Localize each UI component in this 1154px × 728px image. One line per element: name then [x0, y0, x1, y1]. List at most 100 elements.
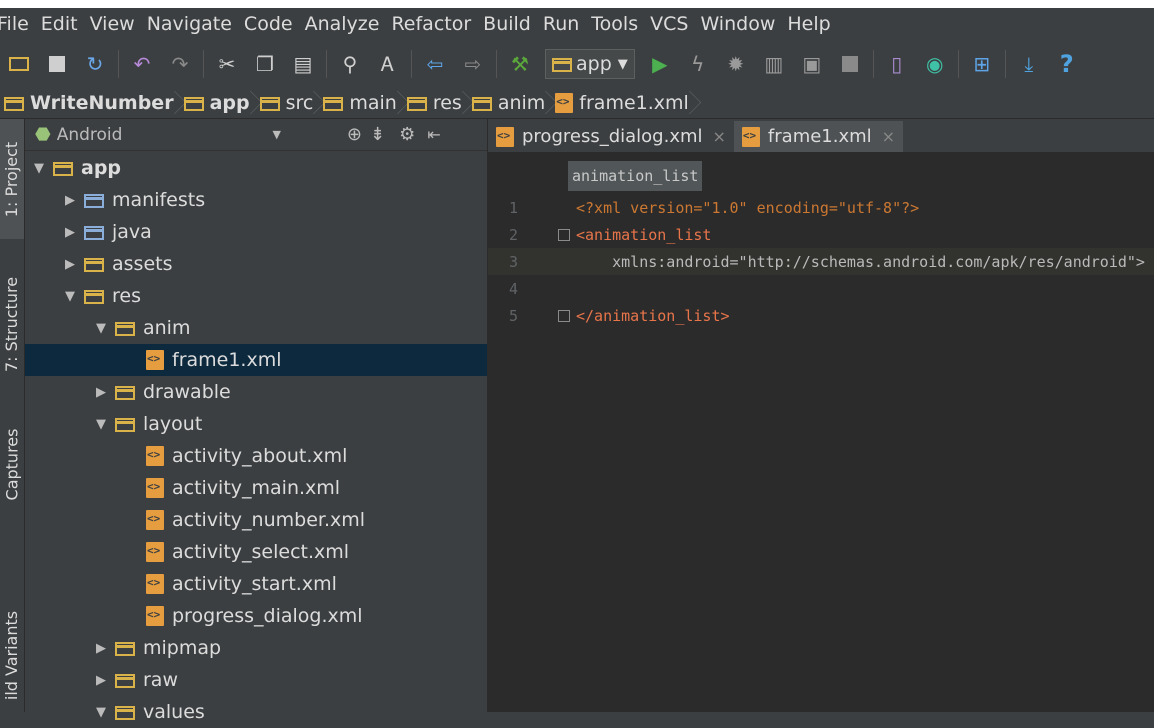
- chevron-down-icon[interactable]: ▼: [272, 128, 280, 141]
- code-line[interactable]: 1 <?xml version="1.0" encoding="utf-8"?>: [488, 194, 1154, 221]
- tree-node-mipmap[interactable]: ▶ mipmap: [25, 632, 487, 664]
- tree-node-values[interactable]: ▼ values: [25, 696, 487, 728]
- menu-navigate[interactable]: Navigate: [141, 8, 238, 40]
- chevron-right-icon[interactable]: ▶: [93, 641, 109, 656]
- tree-node-label: activity_start.xml: [172, 573, 337, 595]
- tab-structure[interactable]: 7: Structure: [0, 259, 24, 389]
- code-line[interactable]: 4: [488, 275, 1154, 302]
- replace-icon[interactable]: Ꭺ: [373, 49, 403, 79]
- back-icon[interactable]: ⇦: [420, 49, 450, 79]
- tab-build-variants[interactable]: ild Variants: [0, 599, 24, 712]
- tree-node-manifests[interactable]: ▶ manifests: [25, 184, 487, 216]
- run-icon[interactable]: ▶: [645, 49, 675, 79]
- paste-icon[interactable]: ▤: [288, 49, 318, 79]
- settings-gear-icon[interactable]: ⚙: [399, 124, 415, 145]
- redo-icon[interactable]: ↷: [165, 49, 195, 79]
- menu-run[interactable]: Run: [537, 8, 585, 40]
- stop-icon[interactable]: [835, 49, 865, 79]
- menu-edit[interactable]: Edit: [35, 8, 84, 40]
- scroll-from-source-icon[interactable]: ⊕: [347, 124, 362, 145]
- attach-debugger-icon[interactable]: ▣: [797, 49, 827, 79]
- code-breadcrumb[interactable]: animation_list: [568, 161, 703, 191]
- copy-icon[interactable]: ❐: [250, 49, 280, 79]
- build-hammer-icon[interactable]: ⚒: [505, 49, 535, 79]
- breadcrumb-item[interactable]: res: [403, 88, 468, 118]
- chevron-down-icon[interactable]: ▼: [62, 289, 78, 304]
- code-line[interactable]: 3 xmlns:android="http://schemas.android.…: [488, 248, 1154, 275]
- chevron-down-icon[interactable]: ▼: [31, 161, 47, 176]
- breadcrumb-item[interactable]: anim: [468, 88, 551, 118]
- hide-panel-icon[interactable]: ⇤: [427, 125, 440, 144]
- editor-tab[interactable]: progress_dialog.xml ×: [488, 121, 734, 152]
- menu-analyze[interactable]: Analyze: [299, 8, 386, 40]
- tab-captures[interactable]: Captures: [0, 409, 24, 519]
- tree-node-assets[interactable]: ▶ assets: [25, 248, 487, 280]
- sdk-manager-icon[interactable]: ◉: [920, 49, 950, 79]
- fold-marker-icon[interactable]: [558, 229, 570, 241]
- save-icon[interactable]: [42, 49, 72, 79]
- tree-node-activity-about-xml[interactable]: activity_about.xml: [25, 440, 487, 472]
- tree-node-progress-dialog-xml[interactable]: progress_dialog.xml: [25, 600, 487, 632]
- help-icon[interactable]: ?: [1052, 49, 1082, 79]
- chevron-right-icon[interactable]: ▶: [93, 673, 109, 688]
- collapse-all-icon[interactable]: ⇟: [370, 124, 385, 145]
- breadcrumb-item[interactable]: app: [180, 88, 256, 118]
- tree-node-activity-start-xml[interactable]: activity_start.xml: [25, 568, 487, 600]
- debug-icon[interactable]: ✹: [721, 49, 751, 79]
- avd-manager-icon[interactable]: ▯: [882, 49, 912, 79]
- undo-icon[interactable]: ↶: [127, 49, 157, 79]
- tree-node-activity-main-xml[interactable]: activity_main.xml: [25, 472, 487, 504]
- open-folder-icon[interactable]: [4, 49, 34, 79]
- menu-code[interactable]: Code: [238, 8, 299, 40]
- chevron-right-icon[interactable]: ▶: [93, 385, 109, 400]
- forward-icon[interactable]: ⇨: [458, 49, 488, 79]
- sync-icon[interactable]: ↻: [80, 49, 110, 79]
- menu-vcs[interactable]: VCS: [644, 8, 694, 40]
- tree-node-frame1-xml[interactable]: frame1.xml: [25, 344, 487, 376]
- project-view-selector[interactable]: Android: [57, 125, 123, 145]
- menu-tools[interactable]: Tools: [585, 8, 644, 40]
- find-icon[interactable]: ⚲: [335, 49, 365, 79]
- code-line[interactable]: 5 </animation_list>: [488, 302, 1154, 329]
- chevron-down-icon[interactable]: ▼: [93, 705, 109, 720]
- tree-node-activity-number-xml[interactable]: activity_number.xml: [25, 504, 487, 536]
- tab-project[interactable]: 1: Project: [0, 119, 24, 239]
- xml-file-icon: [146, 574, 164, 594]
- tree-node-layout[interactable]: ▼ layout: [25, 408, 487, 440]
- breadcrumb-item[interactable]: src: [256, 88, 320, 118]
- menu-build[interactable]: Build: [477, 8, 537, 40]
- close-icon[interactable]: ×: [713, 127, 726, 146]
- menu-window[interactable]: Window: [694, 8, 781, 40]
- apply-changes-icon[interactable]: ϟ: [683, 49, 713, 79]
- breadcrumb-item[interactable]: main: [319, 88, 402, 118]
- menu-refactor[interactable]: Refactor: [385, 8, 477, 40]
- chevron-down-icon[interactable]: ▼: [93, 417, 109, 432]
- tree-node-java[interactable]: ▶ java: [25, 216, 487, 248]
- code-line[interactable]: 2 <animation_list: [488, 221, 1154, 248]
- tree-node-app[interactable]: ▼ app: [25, 152, 487, 184]
- tree-node-raw[interactable]: ▶ raw: [25, 664, 487, 696]
- chevron-right-icon[interactable]: ▶: [62, 193, 78, 208]
- toolbar-separator: [1004, 50, 1006, 78]
- profile-icon[interactable]: ▥: [759, 49, 789, 79]
- tree-node-res[interactable]: ▼ res: [25, 280, 487, 312]
- editor-tab[interactable]: frame1.xml ×: [733, 121, 904, 152]
- breadcrumb-item[interactable]: WriteNumber: [0, 88, 180, 118]
- sync-gradle-icon[interactable]: ⤓: [1014, 49, 1044, 79]
- chevron-right-icon[interactable]: ▶: [62, 257, 78, 272]
- chevron-right-icon[interactable]: ▶: [62, 225, 78, 240]
- tree-node-anim[interactable]: ▼ anim: [25, 312, 487, 344]
- fold-marker-icon[interactable]: [558, 310, 570, 322]
- tree-node-drawable[interactable]: ▶ drawable: [25, 376, 487, 408]
- menu-view[interactable]: View: [84, 8, 141, 40]
- tree-node-activity-select-xml[interactable]: activity_select.xml: [25, 536, 487, 568]
- breadcrumb-label: main: [349, 92, 397, 114]
- project-structure-icon[interactable]: ⊞: [967, 49, 997, 79]
- close-icon[interactable]: ×: [882, 127, 895, 146]
- breadcrumb-item[interactable]: frame1.xml: [551, 88, 695, 118]
- run-config-selector[interactable]: app ▼: [545, 49, 635, 79]
- menu-file[interactable]: File: [0, 8, 35, 40]
- chevron-down-icon[interactable]: ▼: [93, 321, 109, 336]
- menu-help[interactable]: Help: [781, 8, 836, 40]
- cut-icon[interactable]: ✂: [212, 49, 242, 79]
